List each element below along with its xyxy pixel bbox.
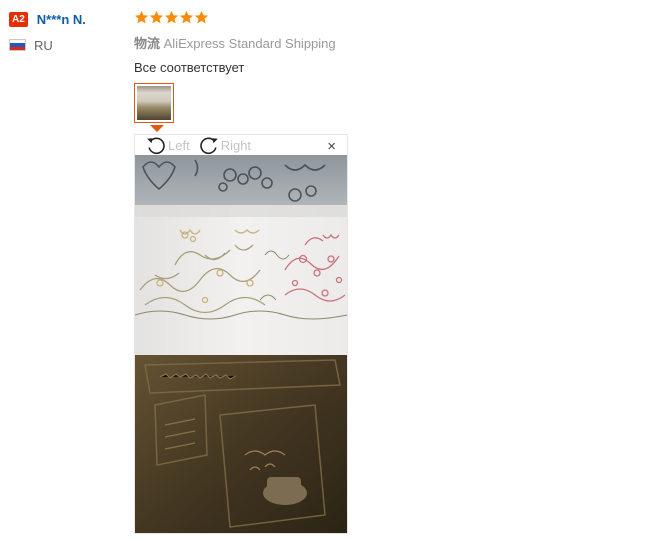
thumbnail-image <box>137 86 171 120</box>
star-icon <box>164 10 179 24</box>
review-body: 物流 AliExpress Standard Shipping Все соот… <box>134 10 336 132</box>
shipping-label: 物流 <box>134 36 161 51</box>
thumbnail-pointer-arrow <box>150 125 164 132</box>
reviewer-row: A2 N***n N. <box>9 10 129 28</box>
star-icon <box>149 10 164 24</box>
rotate-right-button[interactable]: Right <box>198 134 251 156</box>
reviewer-name: N***n N. <box>36 11 86 27</box>
star-icon <box>134 10 149 24</box>
shipping-method: AliExpress Standard Shipping <box>163 36 336 51</box>
rotate-left-button[interactable]: Left <box>145 134 190 156</box>
star-icon <box>179 10 194 24</box>
shipping-info: 物流 AliExpress Standard Shipping <box>134 33 336 52</box>
star-icon <box>194 10 209 24</box>
russia-flag-icon <box>9 39 26 51</box>
rotate-right-label: Right <box>220 137 252 153</box>
flag-stripe-red <box>10 46 25 50</box>
rotate-right-icon <box>199 137 218 155</box>
viewer-toolbar: Left Right × <box>135 135 347 155</box>
buyer-level-badge: A2 <box>9 11 28 27</box>
rotate-left-icon <box>147 137 165 155</box>
review-photo <box>135 155 347 533</box>
country-code: RU <box>34 37 53 53</box>
close-viewer-button[interactable]: × <box>327 139 336 154</box>
review-item: A2 N***n N. RU 物流 AliExpress Standard Sh… <box>0 0 652 540</box>
photo-illustration <box>135 155 347 533</box>
reviewer-info: A2 N***n N. RU <box>9 10 129 53</box>
photo-viewer: Left Right × <box>134 134 348 534</box>
review-text: Все соответствует <box>134 60 245 75</box>
reviewer-country: RU <box>9 37 129 53</box>
review-photo-thumbnail[interactable] <box>134 83 174 123</box>
star-rating <box>134 10 336 26</box>
rotate-left-label: Left <box>168 137 190 153</box>
